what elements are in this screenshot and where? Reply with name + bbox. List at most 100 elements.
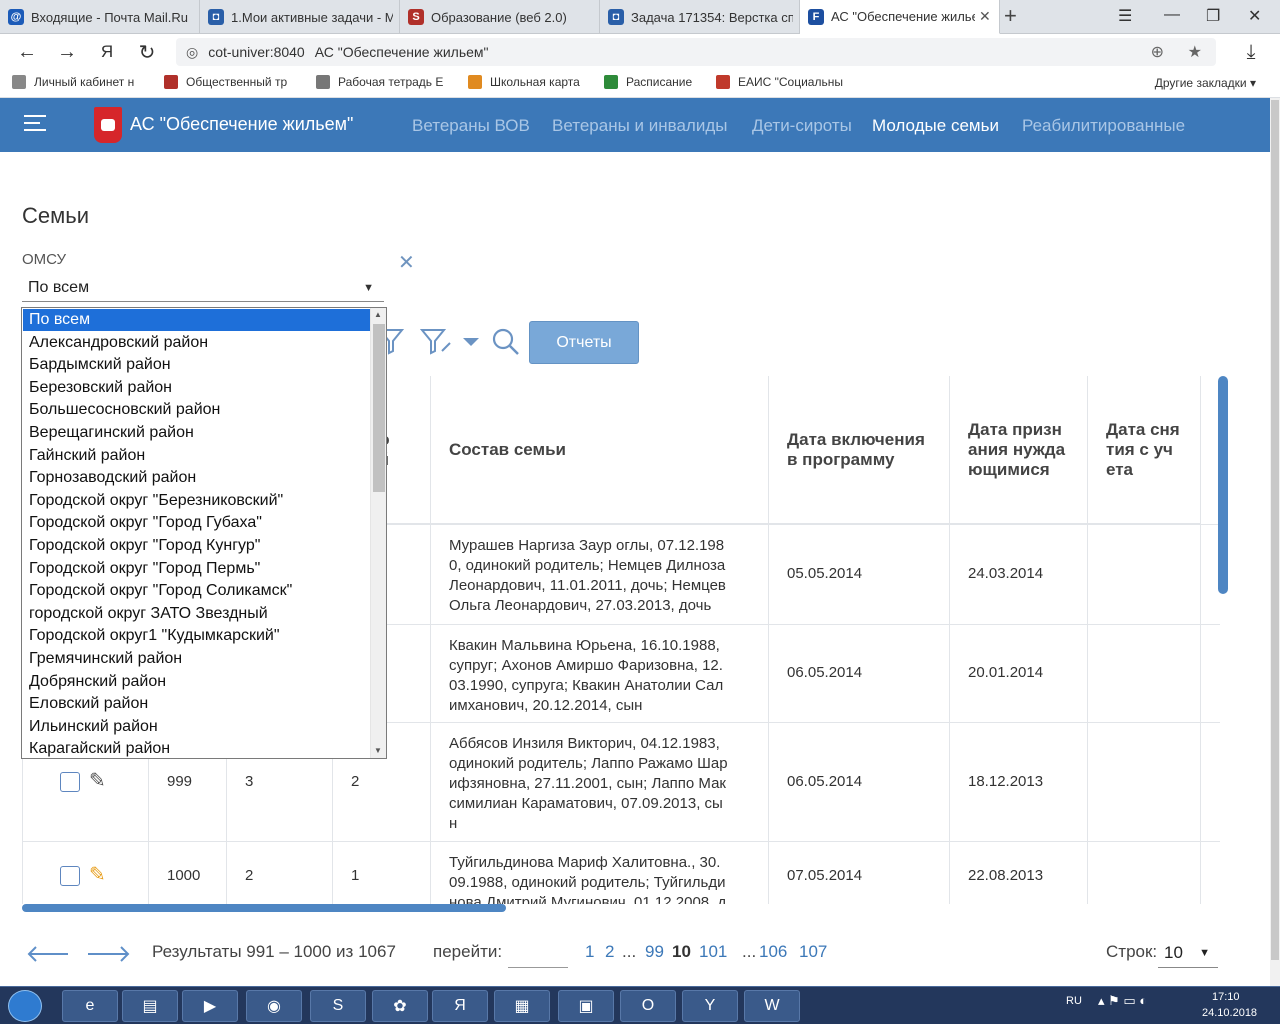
browser-tab[interactable]: ◘ Задача 171354: Верстка спр <box>600 0 800 34</box>
rows-per-page-select[interactable]: 10 ▼ <box>1158 940 1218 968</box>
filter-dropdown-icon[interactable] <box>462 337 480 347</box>
dropdown-option[interactable]: Березовский район <box>23 377 370 399</box>
dropdown-scrollbar[interactable]: ▲ ▼ <box>370 308 386 758</box>
search-icon[interactable] <box>492 328 520 356</box>
header-date-remove[interactable]: Дата сня тия с уч ета <box>1088 376 1201 524</box>
page-link[interactable]: 101 <box>699 942 727 962</box>
prev-page-icon[interactable] <box>26 944 70 964</box>
bookmark-item[interactable]: Расписание <box>604 75 692 89</box>
next-page-icon[interactable] <box>86 944 132 964</box>
row-checkbox[interactable] <box>60 866 80 886</box>
dropdown-option[interactable]: Бардымский район <box>23 354 370 376</box>
reload-icon[interactable]: ↻ <box>134 39 160 65</box>
dropdown-option[interactable]: Городской округ "Город Губаха" <box>23 512 370 534</box>
dropdown-option[interactable]: Горнозаводский район <box>23 467 370 489</box>
browser-tab[interactable]: ◘ 1.Мои активные задачи - М <box>200 0 400 34</box>
page-link[interactable]: 107 <box>799 942 827 962</box>
window-close-icon[interactable]: ✕ <box>1248 6 1261 26</box>
dropdown-option[interactable]: Городской округ "Город Кунгур" <box>23 535 370 557</box>
clock-time[interactable]: 17:10 <box>1212 991 1240 1003</box>
browser-tab[interactable]: S Образование (веб 2.0) <box>400 0 600 34</box>
browser-menu-icon[interactable]: ☰ <box>1118 6 1132 26</box>
dropdown-option[interactable]: Городской округ "Город Соликамск" <box>23 580 370 602</box>
explorer-icon[interactable]: ▤ <box>122 990 178 1022</box>
bookmark-item[interactable]: Школьная карта <box>468 75 580 89</box>
dropdown-option[interactable]: Карагайский район <box>23 738 370 758</box>
media-player-icon[interactable]: ▶ <box>182 990 238 1022</box>
dropdown-option[interactable]: Гайнский район <box>23 445 370 467</box>
dropdown-option[interactable]: Городской округ "Березниковский" <box>23 490 370 512</box>
nav-item[interactable]: Ветераны ВОВ <box>412 116 530 136</box>
page-link[interactable]: 99 <box>645 942 664 962</box>
omsu-select[interactable]: По всем ▼ <box>22 276 384 302</box>
zoom-icon[interactable]: ⊕ <box>1151 42 1164 62</box>
star-icon[interactable]: ★ <box>1188 42 1202 62</box>
bookmark-item[interactable]: Личный кабинет н <box>12 75 134 89</box>
back-icon[interactable]: ← <box>14 39 40 65</box>
nav-item[interactable]: Реабилитированные <box>1022 116 1185 136</box>
dropdown-option[interactable]: Городской округ "Город Пермь" <box>23 558 370 580</box>
page-scrollbar[interactable] <box>1270 98 1280 986</box>
url-field[interactable]: ◎ cot-univer:8040 АС "Обеспечение жильем… <box>176 38 1216 66</box>
bookmark-item[interactable]: Общественный тр <box>164 75 287 89</box>
dropdown-option[interactable]: Ильинский район <box>23 716 370 738</box>
nav-item[interactable]: Дети-сироты <box>752 116 852 136</box>
skype-icon[interactable]: S <box>310 990 366 1022</box>
header-family[interactable]: Состав семьи <box>431 376 769 524</box>
new-tab-button[interactable]: + <box>1004 5 1017 27</box>
start-button[interactable] <box>8 990 42 1022</box>
scroll-up-icon[interactable]: ▲ <box>374 310 382 319</box>
dropdown-option[interactable]: городской округ ЗАТО Звездный <box>23 603 370 625</box>
restore-icon[interactable]: ❐ <box>1206 6 1220 26</box>
page-link[interactable]: 10 <box>672 942 691 962</box>
header-date-include[interactable]: Дата включения в программу <box>769 376 950 524</box>
filter-edit-icon[interactable] <box>420 327 456 355</box>
tray-icons[interactable]: ▴ ⚑ ▭ ◐ <box>1098 993 1147 1009</box>
clock-date[interactable]: 24.10.2018 <box>1202 1007 1257 1019</box>
dropdown-option[interactable]: Добрянский район <box>23 671 370 693</box>
table-vertical-scrollbar[interactable] <box>1218 376 1228 594</box>
outlook-icon[interactable]: O <box>620 990 676 1022</box>
page-link[interactable]: 106 <box>759 942 787 962</box>
browser-tab[interactable]: F АС "Обеспечение жилье ✕ <box>800 0 1000 34</box>
word-icon[interactable]: W <box>744 990 800 1022</box>
chrome-icon[interactable]: ◉ <box>246 990 302 1022</box>
page-link[interactable]: 1 <box>585 942 594 962</box>
dropdown-option[interactable]: Городской округ1 "Кудымкарский" <box>23 625 370 647</box>
nav-item[interactable]: Молодые семьи <box>872 116 999 136</box>
other-bookmarks[interactable]: Другие закладки ▾ <box>1155 76 1256 90</box>
edit-icon[interactable]: ✎ <box>89 768 106 793</box>
minimize-icon[interactable]: — <box>1164 6 1180 24</box>
nav-item[interactable]: Ветераны и инвалиды <box>552 116 727 136</box>
header-date-need[interactable]: Дата призн ания нужда ющимися <box>950 376 1088 524</box>
forward-icon[interactable]: → <box>54 39 80 65</box>
goto-page-input[interactable] <box>508 944 568 968</box>
dropdown-option[interactable]: По всем <box>23 309 370 331</box>
bookmark-item[interactable]: Рабочая тетрадь Е <box>316 75 443 89</box>
icq-icon[interactable]: ✿ <box>372 990 428 1022</box>
calculator-icon[interactable]: ▦ <box>494 990 550 1022</box>
clear-filter-icon[interactable]: ✕ <box>398 250 415 275</box>
yandex-browser-icon[interactable]: Я <box>432 990 488 1022</box>
ie-icon[interactable]: e <box>62 990 118 1022</box>
menu-icon[interactable] <box>24 115 46 133</box>
remote-desktop-icon[interactable]: ▣ <box>558 990 614 1022</box>
yandex-icon[interactable]: Я <box>94 39 120 65</box>
dropdown-option[interactable]: Большесосновский район <box>23 399 370 421</box>
edit-icon[interactable]: ✎ <box>89 862 106 887</box>
row-checkbox[interactable] <box>60 771 80 792</box>
browser-tab[interactable]: @ Входящие - Почта Mail.Ru <box>0 0 200 34</box>
dropdown-option[interactable]: Верещагинский район <box>23 422 370 444</box>
close-tab-icon[interactable]: ✕ <box>979 8 993 25</box>
dropdown-option[interactable]: Гремячинский район <box>23 648 370 670</box>
reports-button[interactable]: Отчеты <box>529 321 639 364</box>
page-link[interactable]: 2 <box>605 942 614 962</box>
table-horizontal-scrollbar[interactable] <box>22 904 506 912</box>
dropdown-option[interactable]: Александровский район <box>23 332 370 354</box>
yandex-icon[interactable]: Y <box>682 990 738 1022</box>
language-indicator[interactable]: RU <box>1066 995 1082 1007</box>
bookmark-item[interactable]: ЕАИС "Социальны <box>716 75 843 89</box>
scroll-down-icon[interactable]: ▼ <box>374 746 382 755</box>
dropdown-scroll-thumb[interactable] <box>373 324 385 492</box>
dropdown-option[interactable]: Еловский район <box>23 693 370 715</box>
